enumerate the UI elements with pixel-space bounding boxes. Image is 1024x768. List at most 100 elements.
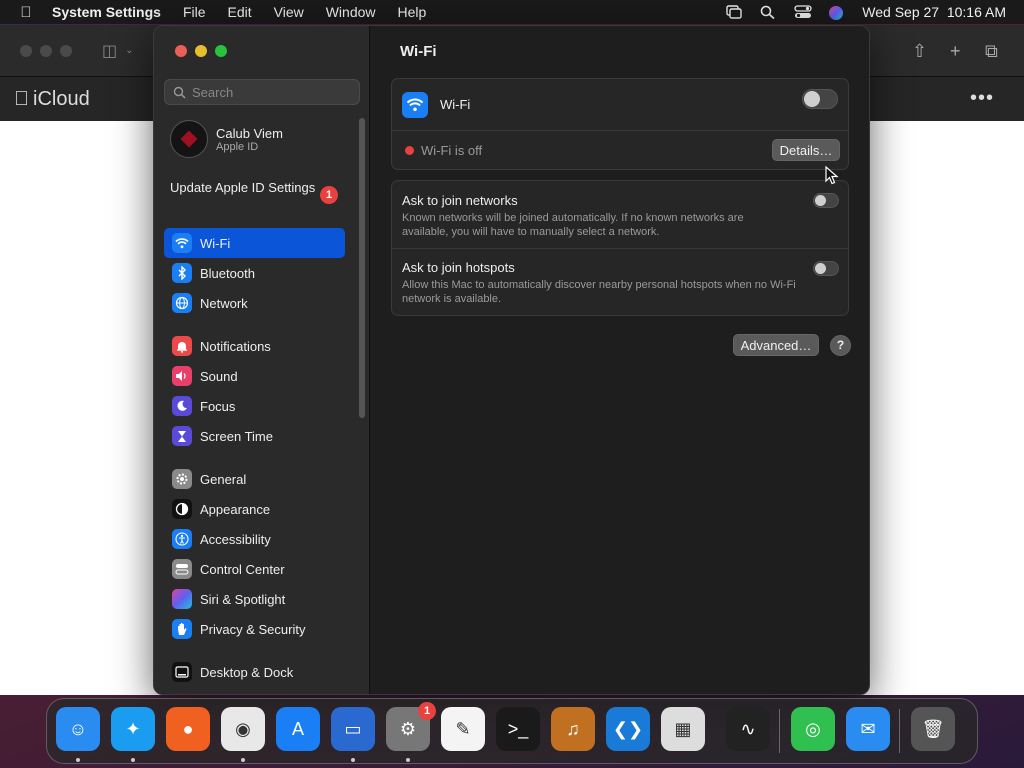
wifi-status: Wi-Fi is off: [421, 143, 483, 158]
sidebar-item-label: Wi-Fi: [200, 235, 231, 251]
sidebar-item-desktop-dock[interactable]: Desktop & Dock: [164, 657, 345, 687]
app-store-app[interactable]: A: [276, 707, 320, 751]
tab-overview-icon[interactable]: ⧉: [985, 41, 998, 62]
wifi-toggle[interactable]: [802, 89, 838, 109]
window-close-button-inactive[interactable]: [20, 44, 32, 57]
window-minimize-button-inactive[interactable]: [40, 44, 52, 57]
advanced-button[interactable]: Advanced…: [733, 334, 819, 356]
sidebar-scrollbar[interactable]: [359, 118, 365, 418]
finder-icon: ☺: [68, 718, 88, 739]
sidebar-item-siri-spotlight[interactable]: Siri & Spotlight: [164, 584, 345, 614]
wifi-icon: [172, 233, 192, 253]
details-button[interactable]: Details…: [772, 139, 840, 161]
sidebar-item-notifications[interactable]: Notifications: [164, 331, 345, 361]
sidebar-item-label: Appearance: [200, 501, 271, 517]
sidebar-item-label: Focus: [200, 398, 236, 414]
mouse-cursor-icon: [825, 166, 839, 185]
avatar: [170, 120, 208, 158]
mail-icon: ✉: [860, 718, 876, 739]
vscode-app[interactable]: ❮❯: [606, 707, 650, 751]
launchpad-icon: ▦: [674, 718, 692, 739]
new-tab-icon[interactable]: +: [950, 41, 961, 62]
content-pane: Wi-Fi Wi-Fi Wi-Fi is off Details… Ask to…: [371, 26, 869, 694]
accessibility-icon: [172, 529, 192, 549]
window-zoom-button-inactive[interactable]: [60, 44, 72, 57]
sidebar-item-focus[interactable]: Focus: [164, 391, 345, 421]
finder-app[interactable]: ☺: [56, 707, 100, 751]
chevron-down-icon[interactable]: ⌄: [125, 45, 133, 56]
chrome-app[interactable]: ◉: [221, 707, 265, 751]
running-indicator: [131, 758, 135, 762]
sidebar-item-accessibility[interactable]: Accessibility: [164, 524, 345, 554]
menu-help[interactable]: Help: [387, 4, 438, 20]
menu-app-name[interactable]: System Settings: [52, 4, 172, 20]
sidebar-item-sound[interactable]: Sound: [164, 361, 345, 391]
terminal-app[interactable]: >_: [496, 707, 540, 751]
launchpad-app[interactable]: ▦: [661, 707, 705, 751]
menu-clock[interactable]: Wed Sep 27 10:16 AM: [862, 4, 1006, 20]
menu-edit[interactable]: Edit: [217, 4, 263, 20]
textedit-icon: ✎: [455, 718, 471, 739]
update-apple-id-settings[interactable]: Update Apple ID Settings: [170, 180, 340, 196]
page-title: Wi-Fi: [400, 43, 437, 60]
mail-app[interactable]: ✉: [846, 707, 890, 751]
control-center-icon[interactable]: [794, 5, 812, 19]
screen-mirroring-icon[interactable]: [726, 5, 742, 19]
sidebar-item-network[interactable]: Network: [164, 288, 345, 318]
garageband-app[interactable]: ♫: [551, 707, 595, 751]
sidebar-item-screen-time[interactable]: Screen Time: [164, 421, 345, 451]
menu-file[interactable]: File: [172, 4, 217, 20]
voice-memos-app[interactable]: ∿: [726, 707, 770, 751]
sidebar-item-general[interactable]: General: [164, 464, 345, 494]
help-button[interactable]: ?: [830, 335, 851, 356]
share-icon[interactable]: ⇧: [912, 41, 927, 62]
sidebar-item-label: Screen Time: [200, 428, 273, 444]
apple-logo-icon: : [14, 88, 29, 111]
apple-id-account[interactable]: Calub Viem Apple ID: [170, 120, 283, 158]
sidebar-item-label: Accessibility: [200, 531, 271, 547]
sidebar-item-label: General: [200, 471, 247, 487]
find-my-app[interactable]: ◎: [791, 707, 835, 751]
safari-app[interactable]: ✦: [111, 707, 155, 751]
siri-icon[interactable]: [828, 5, 844, 20]
sidebar-item-appearance[interactable]: Appearance: [164, 494, 345, 524]
firefox-app[interactable]: ●: [166, 707, 210, 751]
bluetooth-icon: [172, 263, 192, 283]
sidebar-search-field[interactable]: [164, 79, 360, 105]
window-zoom-button[interactable]: [215, 45, 227, 57]
wifi-status-row: Wi-Fi is off Details…: [392, 130, 848, 170]
sidebar-item-label: Control Center: [200, 561, 285, 577]
running-indicator: [351, 758, 355, 762]
textedit-app[interactable]: ✎: [441, 707, 485, 751]
dock: ☺ ✦ ● ◉ A ▭ ⚙ 1 ✎ >_ ♫ ❮❯ ▦ ∿ ◎ ✉ 🗑: [46, 698, 978, 764]
garageband-icon: ♫: [566, 718, 580, 739]
terminal-icon: >_: [507, 718, 529, 739]
remote-desktop-app[interactable]: ▭: [331, 707, 375, 751]
join-options-card: Ask to join networks Known networks will…: [391, 180, 849, 316]
menu-window[interactable]: Window: [315, 4, 387, 20]
chrome-icon: ◉: [235, 718, 251, 739]
spotlight-search-icon[interactable]: [760, 5, 776, 20]
window-minimize-button[interactable]: [195, 45, 207, 57]
more-options-icon[interactable]: •••: [970, 87, 994, 110]
menu-view[interactable]: View: [263, 4, 315, 20]
hourglass-icon: [172, 426, 192, 446]
sidebar-item-privacy-security[interactable]: Privacy & Security: [164, 614, 345, 644]
ask-join-hotspots-toggle[interactable]: [813, 261, 839, 276]
bell-icon: [172, 336, 192, 356]
sidebar-item-wifi[interactable]: Wi-Fi: [164, 228, 345, 258]
sidebar-item-bluetooth[interactable]: Bluetooth: [164, 258, 345, 288]
trash-app[interactable]: 🗑: [911, 707, 955, 751]
control-center-icon: [172, 559, 192, 579]
search-input[interactable]: [192, 84, 352, 100]
trash-icon: 🗑: [921, 718, 945, 739]
window-close-button[interactable]: [175, 45, 187, 57]
sidebar-item-control-center[interactable]: Control Center: [164, 554, 345, 584]
siri-icon: [172, 589, 192, 609]
dock-notification-badge: 1: [418, 702, 436, 720]
wifi-icon: [402, 91, 428, 118]
sidebar-toggle-icon[interactable]: ◫: [102, 41, 117, 61]
ask-join-networks-row: Ask to join networks Known networks will…: [392, 181, 848, 248]
apple-menu-icon[interactable]: : [0, 4, 52, 21]
ask-join-networks-toggle[interactable]: [813, 193, 839, 208]
